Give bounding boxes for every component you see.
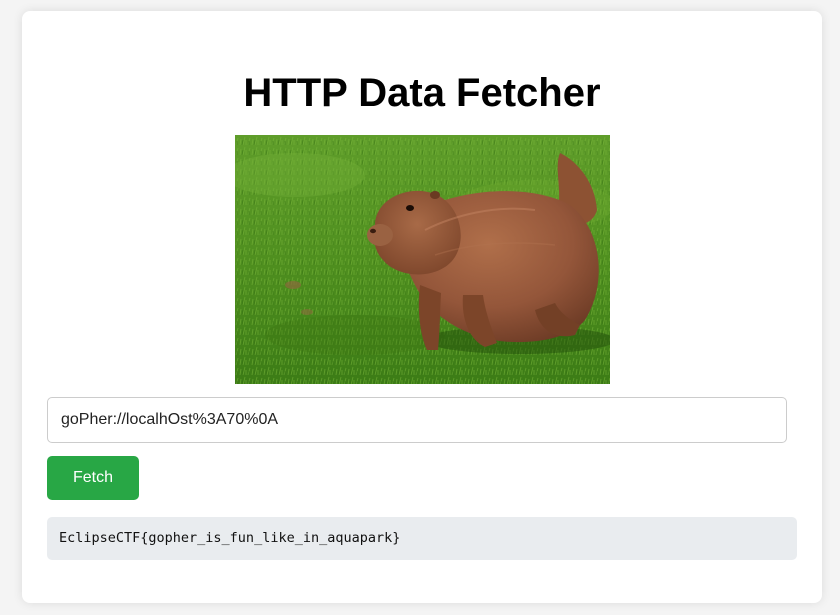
gopher-photo <box>235 135 610 384</box>
url-input[interactable] <box>47 397 787 443</box>
fetcher-card: HTTP Data Fetcher goPher://localhOst%3A7… <box>22 11 822 603</box>
page-title: HTTP Data Fetcher <box>243 71 601 115</box>
fetch-button[interactable]: Fetch <box>47 456 139 500</box>
fetch-result-output: EclipseCTF{gopher_is_fun_like_in_aquapar… <box>47 517 797 560</box>
